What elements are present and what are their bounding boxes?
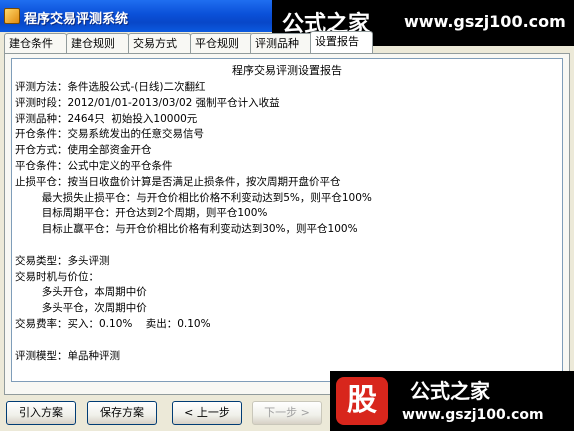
report-line: 止损平仓：按当日收盘价计算是否满足止损条件，按次周期开盘价平仓 [15, 175, 341, 188]
report-line: 最大损失止损平仓：与开仓价相比价格不利变动达到5%，则平仓100% [15, 191, 372, 204]
report-line: 开仓方式：使用全部资金开仓 [15, 144, 152, 157]
report-line [15, 238, 555, 254]
prev-step-button[interactable]: < 上一步 [172, 401, 242, 425]
report-line: 交易类型：多头评测 [15, 254, 110, 267]
tab-panel: 程序交易评测设置报告 评测方法：条件选股公式-(日线)二次翻红 评测时段：201… [4, 53, 570, 395]
report-line: 目标周期平仓：开仓达到2个周期，则平仓100% [15, 207, 268, 220]
tab-open-rules[interactable]: 建仓规则 [66, 33, 129, 53]
report-line: 开仓条件：交易系统发出的任意交易信号 [15, 128, 204, 141]
report-line: 多头平仓，次周期中价 [15, 302, 147, 315]
report-line: 评测品种：2464只 初始投入10000元 [15, 112, 198, 125]
app-icon [4, 8, 20, 24]
report-body: 评测方法：条件选股公式-(日线)二次翻红 评测时段：2012/01/01-201… [15, 80, 555, 364]
tab-open-conditions[interactable]: 建仓条件 [4, 33, 67, 53]
report-line: 评测时段：2012/01/01-2013/03/02 强制平仓计入收益 [15, 96, 280, 109]
watermark-logo: 股 公式之家 www.gszj100.com [330, 371, 574, 431]
next-step-button: 下一步 > [252, 401, 322, 425]
report-line: 目标止赢平仓：与开仓价相比价格有利变动达到30%，则平仓100% [15, 223, 358, 236]
report-title: 程序交易评测设置报告 [232, 64, 342, 77]
tab-settings-report[interactable]: 设置报告 [310, 31, 373, 53]
window-title: 程序交易评测系统 [24, 12, 129, 27]
report-line: 多头开仓，本周期中价 [15, 286, 147, 299]
watermark-url: www.gszj100.com [404, 12, 566, 31]
logo-glyph: 股 [336, 377, 388, 425]
logo-url: www.gszj100.com [402, 407, 544, 423]
report-line: 平仓条件：公式中定义的平仓条件 [15, 159, 173, 172]
import-plan-button[interactable]: 引入方案 [6, 401, 76, 425]
report-textbox[interactable]: 程序交易评测设置报告 评测方法：条件选股公式-(日线)二次翻红 评测时段：201… [11, 58, 563, 382]
tab-strip: 建仓条件 建仓规则 交易方式 平仓规则 评测品种 设置报告 [4, 31, 564, 53]
logo-name: 公式之家 [410, 379, 490, 403]
tab-trade-mode[interactable]: 交易方式 [128, 33, 191, 53]
report-line: 交易时机与价位： [15, 270, 99, 283]
report-line [15, 333, 555, 349]
save-plan-button[interactable]: 保存方案 [87, 401, 157, 425]
report-line: 交易费率：买入：0.10% 卖出：0.10% [15, 317, 211, 330]
tab-close-rules[interactable]: 平仓规则 [190, 33, 253, 53]
tab-test-symbols[interactable]: 评测品种 [250, 33, 313, 53]
report-line: 评测方法：条件选股公式-(日线)二次翻红 [15, 81, 206, 93]
report-line: 评测模型：单品种评测 [15, 349, 120, 362]
